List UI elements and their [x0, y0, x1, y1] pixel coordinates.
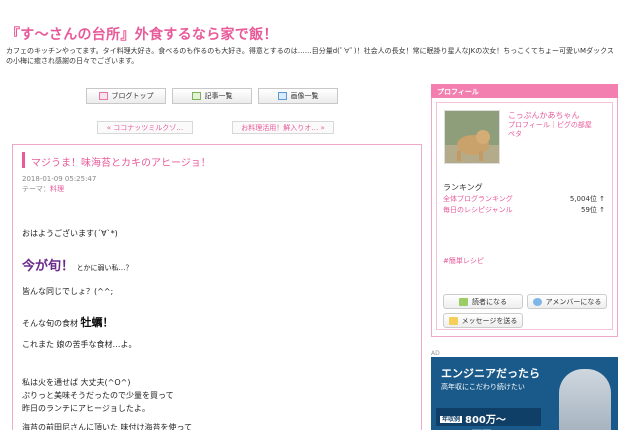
amember-icon: [532, 297, 542, 306]
entry-text-greeting: おはようございます(´∀`*): [22, 229, 118, 238]
entry-text-dislike: これまた 娘の苦手な食材…よ。: [22, 340, 137, 349]
home-icon: [98, 92, 108, 100]
ad-banner[interactable]: エンジニアだったら 高年収にこだわり続けたい 年収例800万～2,000万円: [431, 357, 618, 430]
image-list-label: 画像一覧: [290, 92, 319, 100]
send-message-label: メッセージを送る: [461, 316, 518, 325]
blog-top-button[interactable]: ブログトップ: [86, 88, 166, 104]
entry-theme: テーマ：料理: [22, 184, 64, 194]
entry-text-same: 皆んな同じでしょ？(^^;: [22, 287, 114, 296]
entry-text-safe: 私は火を通せば 大丈夫(^O^): [22, 378, 131, 387]
entry-text-season-big: 今が旬！: [22, 259, 75, 274]
entry-title-accent: [22, 152, 25, 168]
entry-text-ingredient: そんな旬の食材 牡蠣！: [22, 314, 114, 330]
ad-label: AD: [431, 350, 440, 357]
image-list-button[interactable]: 画像一覧: [258, 88, 338, 104]
ranking-row-overall[interactable]: 全体ブログランキング 5,004位 ↑: [443, 194, 613, 204]
entry-title[interactable]: マジうま！味海苔とカキのアヒージョ！: [31, 154, 211, 169]
ad-subline: 高年収にこだわり続けたい: [441, 383, 525, 391]
prev-entry-link[interactable]: « ココナッツミルクゾ…: [97, 121, 193, 134]
entry-text-season: 今が旬！ とかに弱い私…？: [22, 255, 133, 274]
entry-theme-link[interactable]: 料理: [50, 185, 64, 193]
ranking-overall-label[interactable]: 全体ブログランキング: [443, 195, 513, 203]
ad-person-image: [559, 369, 611, 430]
become-amember-label: アメンバーになる: [545, 297, 602, 306]
hashtag-link[interactable]: #簡単レシピ: [443, 256, 484, 266]
avatar[interactable]: [444, 110, 500, 164]
entry-text-nori: 海苔の前田尼さんに頂いた 味付け海苔を使って: [22, 423, 193, 430]
ad-headline: エンジニアだったら: [441, 367, 540, 380]
entry-text-season-small: とかに弱い私…？: [76, 264, 133, 272]
ranking-row-recipe[interactable]: 毎日のレシピジャンル 59位 ↑: [443, 205, 613, 215]
become-reader-label: 読者になる: [472, 297, 507, 306]
entry-theme-label: テーマ：: [22, 185, 50, 193]
ranking-recipe-label[interactable]: 毎日のレシピジャンル: [443, 206, 513, 214]
become-reader-button[interactable]: 読者になる: [443, 294, 523, 309]
entry-text-lunch: 昨日のランチにアヒージョしたよ。: [22, 404, 150, 413]
blog-top-label: ブログトップ: [111, 92, 154, 100]
list-icon: [191, 92, 201, 100]
become-amember-button[interactable]: アメンバーになる: [527, 294, 607, 309]
next-entry-link[interactable]: お料理活用！鮮入りオ… »: [232, 121, 334, 134]
entry-text-ingredient-pre: そんな旬の食材: [22, 319, 78, 328]
reader-icon: [459, 297, 468, 306]
blog-description: カフェのキッチンやってます。タイ料理大好き。食べるのも作るのも大好き。得意とする…: [6, 47, 614, 65]
entry-list-button[interactable]: 記事一覧: [172, 88, 252, 104]
entry-text-buy: ぷりっと美味そうだったので少量を買って: [22, 391, 174, 400]
entry-list-label: 記事一覧: [204, 92, 233, 100]
profile-name[interactable]: こっぷんかあちゃん: [508, 110, 579, 121]
profile-links[interactable]: プロフィール｜ピグの部屋 ペタ: [508, 121, 604, 139]
entry-text-oyster: 牡蠣！: [80, 316, 114, 329]
ad-badge-tag: 年収例: [440, 416, 463, 423]
entry-date: 2018-01-09 05:25:47: [22, 175, 97, 183]
ranking-recipe-value: 59位 ↑: [581, 206, 605, 214]
mail-icon: [448, 316, 458, 325]
send-message-button[interactable]: メッセージを送る: [443, 313, 523, 328]
blog-title[interactable]: 『す～さんの台所』外食するなら家で飯！: [6, 24, 278, 44]
image-icon: [277, 92, 287, 100]
ranking-overall-value: 5,004位 ↑: [569, 195, 605, 203]
ranking-label: ランキング: [443, 183, 483, 192]
profile-header: プロフィール: [431, 84, 618, 98]
ad-salary-badge: 年収例800万～2,000万円: [436, 408, 541, 426]
